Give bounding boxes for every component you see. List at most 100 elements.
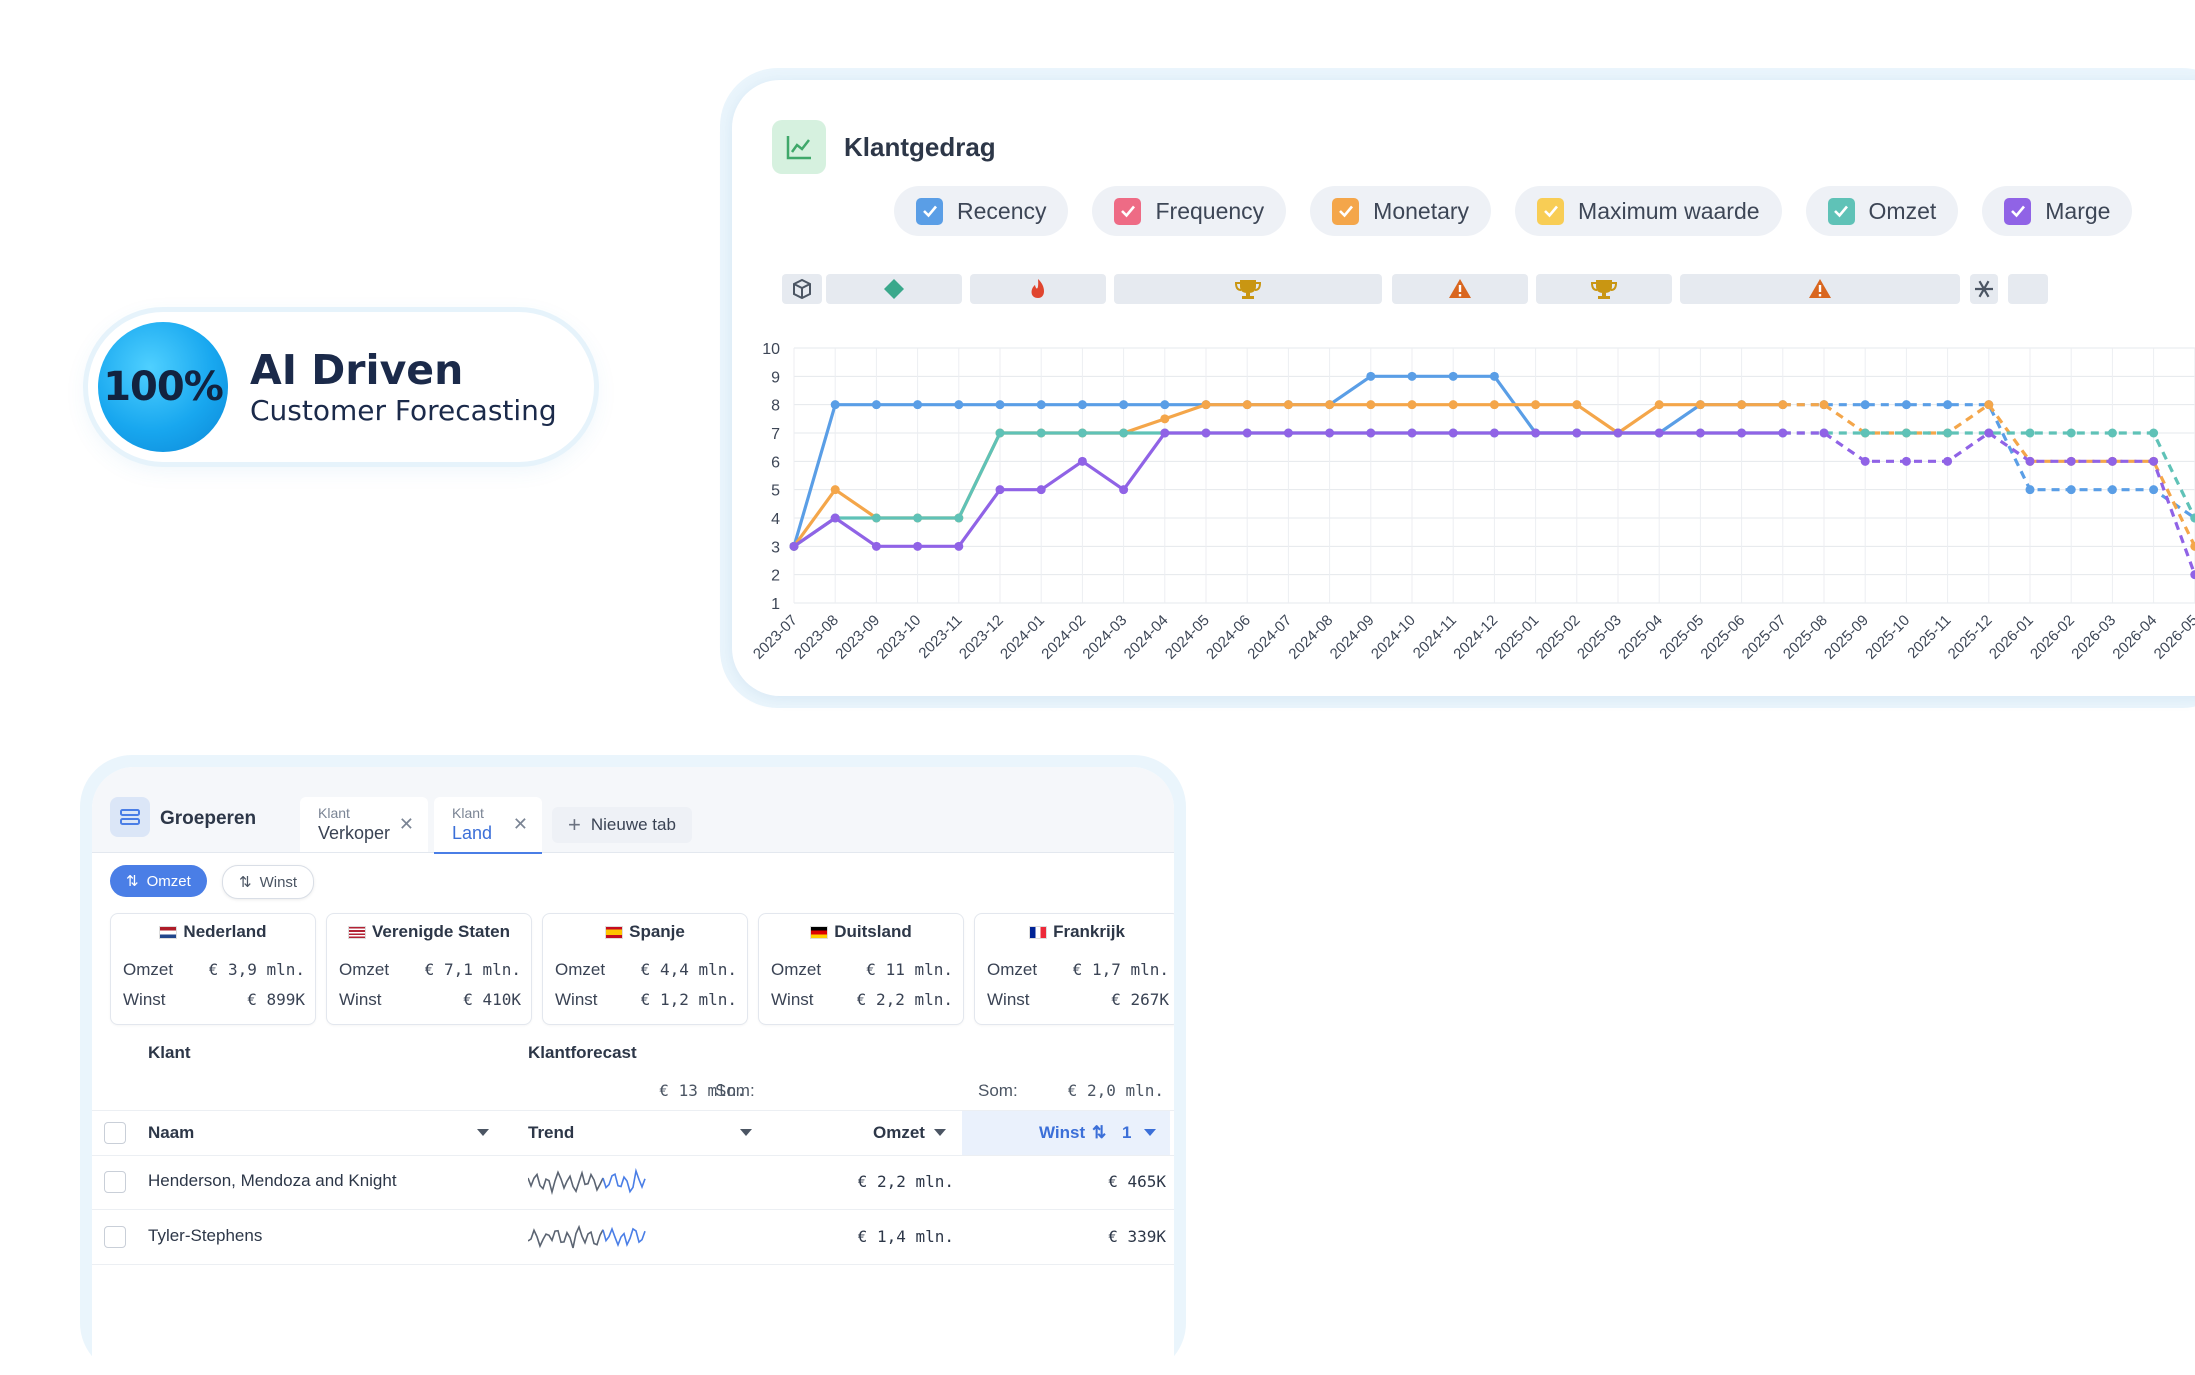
column-omzet[interactable]: Omzet	[873, 1123, 925, 1143]
data-point[interactable]	[1407, 400, 1417, 410]
data-point[interactable]	[1737, 428, 1747, 438]
data-point[interactable]	[1119, 400, 1129, 410]
data-point[interactable]	[1036, 400, 1046, 410]
data-point[interactable]	[1572, 400, 1582, 410]
table-row[interactable]: Henderson, Mendoza and Knight € 2,2 mln. €…	[92, 1154, 1174, 1210]
row-checkbox[interactable]	[104, 1171, 126, 1193]
data-point[interactable]	[2025, 456, 2035, 466]
data-point[interactable]	[1407, 428, 1417, 438]
data-point[interactable]	[2149, 456, 2159, 466]
data-point[interactable]	[1531, 400, 1541, 410]
data-point[interactable]	[1943, 400, 1953, 410]
data-point[interactable]	[1901, 456, 1911, 466]
data-point[interactable]	[1984, 428, 1994, 438]
data-point[interactable]	[2149, 485, 2159, 495]
data-point[interactable]	[913, 400, 923, 410]
data-point[interactable]	[789, 541, 799, 551]
data-point[interactable]	[1695, 400, 1705, 410]
data-point[interactable]	[1077, 428, 1087, 438]
new-tab-button[interactable]: + Nieuwe tab	[552, 807, 692, 843]
data-point[interactable]	[1613, 428, 1623, 438]
data-point[interactable]	[995, 485, 1005, 495]
data-point[interactable]	[1448, 428, 1458, 438]
select-all-checkbox[interactable]	[104, 1122, 126, 1144]
data-point[interactable]	[830, 513, 840, 523]
country-card-verenigde-staten[interactable]: Verenigde Staten Omzet € 7,1 mln. Winst € 41…	[326, 913, 532, 1025]
data-point[interactable]	[1036, 485, 1046, 495]
data-point[interactable]	[954, 541, 964, 551]
data-point[interactable]	[1819, 428, 1829, 438]
data-point[interactable]	[871, 513, 881, 523]
data-point[interactable]	[1242, 400, 1252, 410]
chevron-down-icon[interactable]	[740, 1129, 752, 1136]
close-icon[interactable]: ✕	[513, 814, 528, 835]
data-point[interactable]	[830, 485, 840, 495]
data-point[interactable]	[2107, 456, 2117, 466]
data-point[interactable]	[1572, 428, 1582, 438]
data-point[interactable]	[995, 428, 1005, 438]
data-point[interactable]	[1119, 485, 1129, 495]
data-point[interactable]	[913, 541, 923, 551]
data-point[interactable]	[2025, 485, 2035, 495]
data-point[interactable]	[1531, 428, 1541, 438]
data-point[interactable]	[1901, 400, 1911, 410]
table-row[interactable]: Tyler-Stephens € 1,4 mln. € 339K	[92, 1209, 1174, 1265]
data-point[interactable]	[830, 400, 840, 410]
data-point[interactable]	[2107, 428, 2117, 438]
data-point[interactable]	[1201, 428, 1211, 438]
data-point[interactable]	[2190, 570, 2195, 580]
data-point[interactable]	[1860, 400, 1870, 410]
data-point[interactable]	[1654, 400, 1664, 410]
chevron-down-icon[interactable]	[477, 1129, 489, 1136]
data-point[interactable]	[2107, 485, 2117, 495]
data-point[interactable]	[954, 513, 964, 523]
data-point[interactable]	[2066, 428, 2076, 438]
data-point[interactable]	[1448, 400, 1458, 410]
data-point[interactable]	[1366, 371, 1376, 381]
data-point[interactable]	[1077, 456, 1087, 466]
column-trend[interactable]: Trend	[528, 1123, 574, 1143]
data-point[interactable]	[1160, 428, 1170, 438]
data-point[interactable]	[871, 541, 881, 551]
data-point[interactable]	[871, 400, 881, 410]
data-point[interactable]	[954, 400, 964, 410]
data-point[interactable]	[2149, 428, 2159, 438]
data-point[interactable]	[1325, 428, 1335, 438]
data-point[interactable]	[1407, 371, 1417, 381]
chevron-down-icon[interactable]	[1144, 1129, 1156, 1136]
data-point[interactable]	[1160, 400, 1170, 410]
data-point[interactable]	[2066, 456, 2076, 466]
country-card-nederland[interactable]: Nederland Omzet € 3,9 mln. Winst € 899K	[110, 913, 316, 1025]
data-point[interactable]	[1695, 428, 1705, 438]
event-segment[interactable]	[2008, 274, 2048, 304]
close-icon[interactable]: ✕	[399, 814, 414, 835]
column-naam[interactable]: Naam	[148, 1123, 194, 1143]
chevron-down-icon[interactable]	[934, 1129, 946, 1136]
sort-omzet-pill[interactable]: ⇅ Omzet	[110, 865, 207, 897]
data-point[interactable]	[1654, 428, 1664, 438]
country-card-spanje[interactable]: Spanje Omzet € 4,4 mln. Winst € 1,2 mln.	[542, 913, 748, 1025]
data-point[interactable]	[2190, 541, 2195, 551]
sort-winst-pill[interactable]: ⇅ Winst	[222, 865, 315, 899]
data-point[interactable]	[1325, 400, 1335, 410]
data-point[interactable]	[1119, 428, 1129, 438]
data-point[interactable]	[1901, 428, 1911, 438]
data-point[interactable]	[1201, 400, 1211, 410]
tab-land[interactable]: Klant Land ✕	[434, 797, 542, 854]
data-point[interactable]	[1489, 400, 1499, 410]
data-point[interactable]	[1366, 428, 1376, 438]
data-point[interactable]	[1489, 428, 1499, 438]
column-winst[interactable]: Winst	[1039, 1123, 1085, 1143]
data-point[interactable]	[1737, 400, 1747, 410]
data-point[interactable]	[2066, 485, 2076, 495]
data-point[interactable]	[1984, 400, 1994, 410]
data-point[interactable]	[1077, 400, 1087, 410]
data-point[interactable]	[1283, 428, 1293, 438]
data-point[interactable]	[1778, 428, 1788, 438]
data-point[interactable]	[1943, 428, 1953, 438]
data-point[interactable]	[913, 513, 923, 523]
data-point[interactable]	[1366, 400, 1376, 410]
data-point[interactable]	[1943, 456, 1953, 466]
country-card-frankrijk[interactable]: Frankrijk Omzet € 1,7 mln. Winst € 267K	[974, 913, 1174, 1025]
data-point[interactable]	[1036, 428, 1046, 438]
